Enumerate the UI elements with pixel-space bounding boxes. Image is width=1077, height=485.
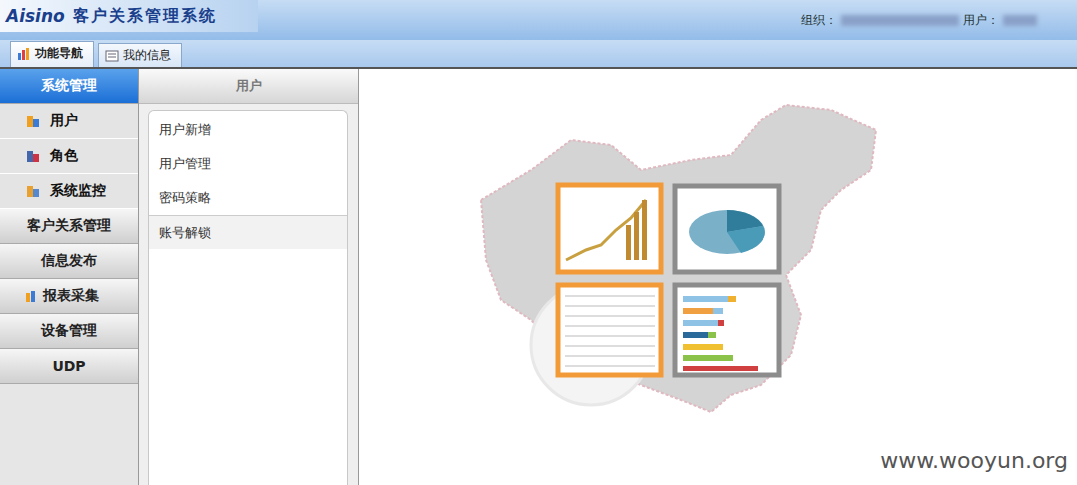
org-value-redacted [841,15,959,26]
panel-list: 用户新增用户管理密码策略账号解锁 [148,110,348,485]
main-area: 系统管理用户角色系统监控客户关系管理信息发布报表采集设备管理UDP用户用户新增用… [0,69,1077,485]
org-label: 组织： [801,12,837,29]
panel-item[interactable]: 密码策略 [149,181,347,215]
section-label: 客户关系管理 [27,217,111,235]
panel-title: 用户 [139,69,358,104]
section-label: 设备管理 [41,322,97,340]
tab-bar: 功能导航 我的信息 [0,40,1077,69]
sidebar-item[interactable]: 角色 [0,139,138,174]
panel-item[interactable]: 账号解锁 [149,215,347,249]
china-map-dashboard-picture [441,100,901,430]
watermark: www.wooyun.org [880,448,1068,473]
menu-item-icon [26,114,40,128]
content-area: www.wooyun.org [359,69,1077,485]
sidebar-section[interactable]: 系统管理 [0,69,138,104]
user-label: 用户： [963,12,999,29]
sidebar-section[interactable]: UDP [0,349,138,384]
item-label: 用户 [50,112,78,130]
section-label: 系统管理 [41,77,97,95]
section-label: 报表采集 [43,287,99,305]
logo: Aisino 客户关系管理系统 [0,0,258,32]
tab[interactable]: 功能导航 [10,41,94,67]
tab-label: 我的信息 [123,47,171,64]
crm-app: Aisino客户关系管理系统组织：用户：功能导航我的信息系统管理用户角色系统监控… [0,0,1077,485]
item-label: 系统监控 [50,182,106,200]
top-bar: Aisino 客户关系管理系统 组织： 用户： [0,0,1077,40]
sidebar-section[interactable]: 客户关系管理 [0,209,138,244]
panel-item[interactable]: 用户管理 [149,147,347,181]
tab-label: 功能导航 [35,45,83,62]
info-card-icon [105,49,119,63]
panel-item[interactable]: 用户新增 [149,113,347,147]
menu-item-icon [26,184,40,198]
sidebar-section[interactable]: 报表采集 [0,279,138,314]
user-info: 组织： 用户： [801,12,1077,29]
sidebar-section[interactable]: 设备管理 [0,314,138,349]
sidebar-section[interactable]: 信息发布 [0,244,138,279]
menu-item-icon [26,149,40,163]
tab[interactable]: 我的信息 [98,43,182,67]
logo-title: 客户关系管理系统 [73,6,217,27]
sidebar-filler [0,384,138,485]
sidebar: 系统管理用户角色系统监控客户关系管理信息发布报表采集设备管理 UDP [0,69,139,485]
section-label: 信息发布 [41,252,97,270]
sidebar-item[interactable]: 系统监控 [0,174,138,209]
report-icon [25,289,39,303]
item-label: 角色 [50,147,78,165]
user-value-redacted [1003,15,1037,26]
chart-icon [17,47,31,61]
sidebar-item[interactable]: 用户 [0,104,138,139]
submenu-panel: 用户用户新增用户管理密码策略账号解锁 [139,69,359,485]
logo-brand: Aisino [6,6,65,26]
section-label: UDP [52,358,85,374]
